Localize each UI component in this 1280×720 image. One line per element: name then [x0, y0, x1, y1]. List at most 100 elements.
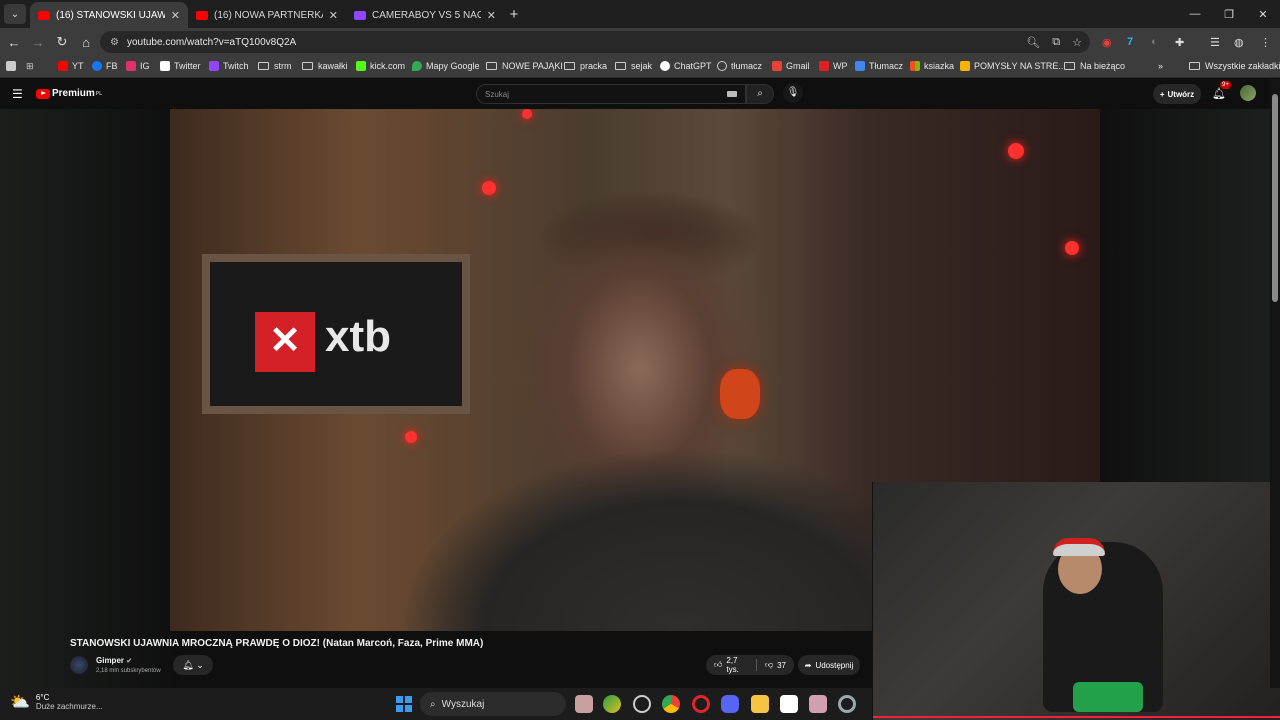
- app-icon[interactable]: [575, 695, 593, 713]
- bookmark-wp[interactable]: WP: [819, 61, 848, 71]
- chrome-icon[interactable]: [662, 695, 680, 713]
- browser-tab-strip: ⌄ (16) STANOWSKI UJAWNIA MROCZ ✕ (16) NO…: [0, 0, 1280, 28]
- bookmark-nowe-pajaki[interactable]: NOWE PAJĄKI: [486, 61, 563, 71]
- bookmark-ig[interactable]: IG: [126, 61, 150, 71]
- chatgpt-icon: [660, 61, 670, 71]
- progress-line: [873, 716, 1280, 718]
- close-icon[interactable]: ✕: [171, 9, 180, 22]
- folder-icon: [486, 62, 497, 70]
- file-explorer-icon[interactable]: [751, 695, 769, 713]
- channel-name[interactable]: Gimper ✔: [96, 656, 132, 665]
- search-button[interactable]: ⌕: [746, 84, 774, 104]
- bookmark-maps[interactable]: Mapy Google: [412, 61, 480, 71]
- plus-icon: +: [1159, 89, 1165, 99]
- subscription-bell-button[interactable]: 🔔︎ ⌄: [173, 655, 213, 675]
- bookmark-tlumacz[interactable]: tłumacz: [717, 61, 762, 71]
- share-button[interactable]: ➦ Udostępnij: [798, 655, 860, 675]
- bookmark-fb[interactable]: FB: [92, 61, 118, 71]
- window-controls: — ❐ ✕: [1178, 0, 1280, 28]
- url-text[interactable]: youtube.com/watch?v=aTQ100v8Q2A: [127, 37, 296, 48]
- restore-icon[interactable]: ❐: [1212, 0, 1246, 28]
- tab-2[interactable]: CAMERABOY VS 5 NAGICH KOBIET ✕: [346, 2, 504, 28]
- search-icon: ⌕: [430, 698, 436, 710]
- sheets-icon: [960, 61, 970, 71]
- apps-grid-icon[interactable]: ⊞: [26, 61, 34, 72]
- home-icon[interactable]: ⌂: [74, 35, 98, 50]
- bookmark-tlumacz-google[interactable]: Tłumacz: [855, 61, 903, 71]
- folder-icon: [258, 62, 269, 70]
- dislike-button[interactable]: 👎︎ 37: [757, 655, 794, 675]
- voice-search-button[interactable]: 🎙︎: [783, 83, 803, 103]
- bookmark-pomysly[interactable]: POMYSŁY NA STRE...: [960, 61, 1066, 71]
- bookmarks-overflow-icon[interactable]: »: [1158, 61, 1163, 71]
- menu-icon[interactable]: ☰: [12, 87, 23, 101]
- url-bar[interactable]: ⚙ youtube.com/watch?v=aTQ100v8Q2A 🔍︎ ⧉ ☆: [100, 31, 1090, 53]
- close-window-icon[interactable]: ✕: [1246, 0, 1280, 28]
- new-tab-button[interactable]: +: [504, 6, 524, 23]
- folder-icon: [302, 62, 313, 70]
- extension-icon[interactable]: ◐: [1151, 28, 1158, 56]
- scrollbar-thumb[interactable]: [1272, 94, 1278, 302]
- bookmark-ksiazka[interactable]: ksiazka: [910, 61, 954, 71]
- notion-icon[interactable]: [780, 695, 798, 713]
- bookmark-twitter[interactable]: Twitter: [160, 61, 201, 71]
- cloud-sun-icon: ⛅: [10, 694, 30, 711]
- bookmark-kick[interactable]: kick.com: [356, 61, 405, 71]
- xtb-logo-mark: ✕: [255, 312, 315, 372]
- extensions-puzzle-icon[interactable]: ✚: [1175, 28, 1184, 56]
- bookmark-pracka[interactable]: pracka: [564, 61, 607, 71]
- forward-icon[interactable]: →: [26, 35, 50, 50]
- sidebar-toggle-icon[interactable]: [6, 61, 20, 71]
- bookmark-sejak[interactable]: sejak: [615, 61, 652, 71]
- like-button[interactable]: 👍︎ 2,7 tys.: [706, 655, 756, 675]
- site-info-icon[interactable]: ⚙: [110, 37, 119, 48]
- tab-0[interactable]: (16) STANOWSKI UJAWNIA MROCZ ✕: [30, 2, 188, 28]
- minimize-icon[interactable]: —: [1178, 0, 1212, 28]
- taskbar-search[interactable]: ⌕ Wyszukaj: [420, 692, 566, 716]
- bookmark-kawalki[interactable]: kawałki: [302, 61, 348, 71]
- app-icon[interactable]: [809, 695, 827, 713]
- subscriber-count: 2,18 mln subskrybentów: [96, 668, 161, 674]
- x-icon: [160, 61, 170, 71]
- bookmark-na-biezaco[interactable]: Na bieżąco: [1064, 61, 1125, 71]
- like-dislike-bar: 👍︎ 2,7 tys. 👎︎ 37: [706, 655, 794, 675]
- tab-search-button[interactable]: ⌄: [4, 4, 26, 24]
- bookmark-gmail[interactable]: Gmail: [772, 61, 810, 71]
- browser-menu-icon[interactable]: ⋮: [1260, 28, 1271, 56]
- extension-7tv-icon[interactable]: 7: [1127, 28, 1133, 56]
- folder-icon: [1189, 62, 1200, 70]
- back-icon[interactable]: ←: [2, 35, 26, 50]
- tab-1[interactable]: (16) NOWA PARTNERKA DELORES ✕: [188, 2, 346, 28]
- channel-avatar[interactable]: [70, 656, 88, 674]
- windows-start-button[interactable]: [396, 696, 412, 712]
- profile-icon[interactable]: ◍: [1234, 28, 1244, 56]
- record-extension-icon[interactable]: ◉: [1102, 28, 1112, 56]
- tab-title: (16) STANOWSKI UJAWNIA MROCZ: [56, 9, 165, 21]
- weather-widget[interactable]: ⛅ 6°C Duże zachmurze...: [10, 692, 103, 712]
- keyboard-icon[interactable]: [727, 91, 737, 97]
- steam-icon[interactable]: [633, 695, 651, 713]
- bookmark-yt[interactable]: YT: [58, 61, 84, 71]
- bookmark-chatgpt[interactable]: ChatGPT: [660, 61, 712, 71]
- shield-app-icon[interactable]: [603, 695, 621, 713]
- media-control-icon[interactable]: ☰: [1210, 28, 1220, 56]
- zoom-icon[interactable]: 🔍︎: [1026, 36, 1040, 49]
- temperature: 6°C: [35, 693, 50, 702]
- close-icon[interactable]: ✕: [329, 9, 338, 22]
- youtube-icon: [196, 10, 208, 20]
- opera-icon[interactable]: [692, 695, 710, 713]
- bookmark-strm[interactable]: strm: [258, 61, 292, 71]
- discord-icon[interactable]: [721, 695, 739, 713]
- account-avatar[interactable]: [1240, 85, 1256, 101]
- create-button[interactable]: + Utwórz: [1153, 84, 1201, 104]
- wp-icon: [819, 61, 829, 71]
- search-input[interactable]: Szukaj: [476, 84, 746, 104]
- reload-icon[interactable]: ↻: [50, 34, 74, 50]
- bookmark-twitch[interactable]: Twitch: [209, 61, 249, 71]
- settings-gear-icon[interactable]: [838, 695, 856, 713]
- cast-icon[interactable]: ⧉: [1052, 36, 1060, 49]
- all-bookmarks[interactable]: Wszystkie zakładki: [1189, 61, 1280, 71]
- youtube-premium-logo[interactable]: Premium PL: [36, 88, 102, 99]
- close-icon[interactable]: ✕: [487, 9, 496, 22]
- bookmark-star-icon[interactable]: ☆: [1072, 36, 1082, 49]
